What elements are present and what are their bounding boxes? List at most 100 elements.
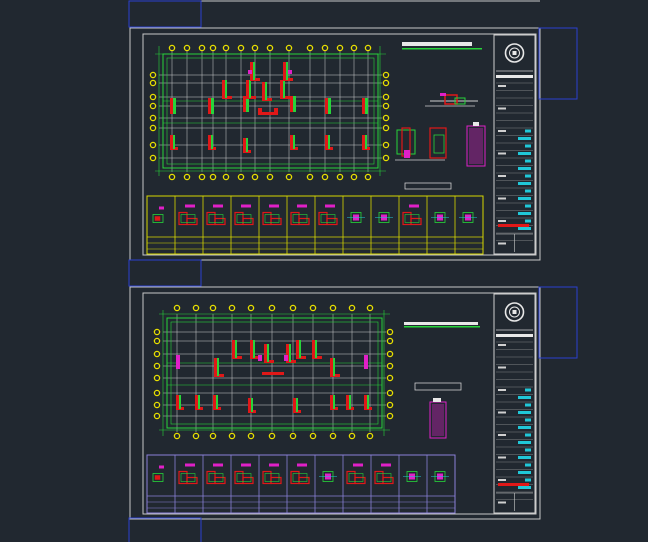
shear-wall xyxy=(267,344,269,362)
shear-wall xyxy=(274,108,278,114)
axis-bubble xyxy=(149,154,157,162)
axis-bubble xyxy=(382,71,390,79)
axis-bubble xyxy=(386,362,394,370)
axis-bubble xyxy=(268,304,276,312)
column-section-detail xyxy=(262,204,282,226)
axis-bubble xyxy=(336,173,344,181)
shear-wall xyxy=(264,344,267,362)
axis-bubble xyxy=(336,44,344,52)
axis-bubble xyxy=(321,44,329,52)
axis-bubble xyxy=(247,432,255,440)
shear-wall xyxy=(246,80,249,98)
axis-bubble xyxy=(209,44,217,52)
shear-wall xyxy=(284,355,288,361)
shear-wall xyxy=(346,395,349,409)
shear-wall xyxy=(296,340,299,358)
axis-bubble xyxy=(153,389,161,397)
shear-wall xyxy=(173,98,176,114)
column-section-detail xyxy=(346,463,366,485)
axis-bubble xyxy=(168,173,176,181)
shear-wall xyxy=(179,395,181,409)
axis-bubble xyxy=(149,102,157,110)
axis-bubble xyxy=(209,304,217,312)
shear-wall xyxy=(248,70,252,74)
axis-bubble xyxy=(173,432,181,440)
shear-wall xyxy=(328,98,331,114)
column-section-detail xyxy=(178,204,198,226)
shear-wall xyxy=(232,340,235,358)
axis-bubble xyxy=(192,432,200,440)
shear-wall xyxy=(365,98,368,114)
axis-bubble xyxy=(153,362,161,370)
axis-bubble xyxy=(153,350,161,358)
sheet-upper[interactable] xyxy=(128,27,578,287)
column-section-detail xyxy=(402,204,422,226)
shear-wall xyxy=(211,98,214,114)
shear-wall xyxy=(325,135,328,149)
axis-bubble xyxy=(321,173,329,181)
axis-bubble xyxy=(306,44,314,52)
shear-wall xyxy=(176,395,179,409)
axis-bubble xyxy=(350,44,358,52)
shear-wall xyxy=(364,355,368,369)
axis-bubble xyxy=(382,141,390,149)
axis-bubble xyxy=(237,173,245,181)
shear-wall xyxy=(225,80,227,98)
axis-bubble xyxy=(183,173,191,181)
shear-wall xyxy=(293,96,296,112)
axis-bubble xyxy=(382,93,390,101)
shear-wall xyxy=(253,62,255,80)
axis-bubble xyxy=(309,304,317,312)
shear-wall xyxy=(251,398,253,412)
viewport-frame[interactable] xyxy=(538,286,578,359)
viewport-frame[interactable] xyxy=(128,259,202,287)
notes-area xyxy=(395,42,486,190)
axis-bubble xyxy=(266,173,274,181)
section-detail xyxy=(425,93,478,107)
axis-bubble xyxy=(348,304,356,312)
cad-drawing-canvas[interactable] xyxy=(0,0,648,542)
axis-bubble xyxy=(209,432,217,440)
axis-bubble xyxy=(251,44,259,52)
title-block-lower xyxy=(493,293,536,514)
shear-wall xyxy=(315,340,317,358)
shear-wall xyxy=(312,340,315,358)
column-section-detail xyxy=(290,463,310,485)
shear-wall xyxy=(283,80,285,98)
axis-bubble xyxy=(289,432,297,440)
axis-bubble xyxy=(366,432,374,440)
detail-table-upper xyxy=(146,195,484,255)
sheet-lower[interactable] xyxy=(128,286,578,542)
shear-wall xyxy=(258,108,262,114)
shear-wall xyxy=(325,98,328,114)
shear-wall xyxy=(293,398,296,412)
axis-bubble xyxy=(149,93,157,101)
shear-wall xyxy=(258,355,262,361)
shear-wall xyxy=(253,340,255,358)
shear-wall xyxy=(213,395,216,409)
axis-bubble xyxy=(209,173,217,181)
axis-bubble xyxy=(268,432,276,440)
legend-swatch-stack xyxy=(429,398,447,439)
shear-wall xyxy=(330,395,333,409)
shear-wall xyxy=(364,395,367,409)
axis-bubble xyxy=(329,432,337,440)
column-section-detail xyxy=(152,465,164,482)
axis-bubble xyxy=(266,44,274,52)
shear-wall xyxy=(365,135,367,149)
axis-bubble xyxy=(198,44,206,52)
column-section-detail xyxy=(374,463,394,485)
axis-bubble xyxy=(386,374,394,382)
shear-wall xyxy=(288,70,292,74)
column-section-detail xyxy=(375,212,393,223)
column-section-detail xyxy=(318,204,338,226)
shear-wall xyxy=(249,80,251,98)
shear-wall xyxy=(283,62,286,80)
viewport-frame[interactable] xyxy=(128,517,202,542)
shear-wall xyxy=(195,395,198,409)
shear-wall xyxy=(222,80,225,98)
shear-wall xyxy=(265,82,267,100)
shear-wall xyxy=(328,135,330,149)
viewport-frame[interactable] xyxy=(538,27,578,100)
previous-sheet-edge xyxy=(128,0,540,28)
